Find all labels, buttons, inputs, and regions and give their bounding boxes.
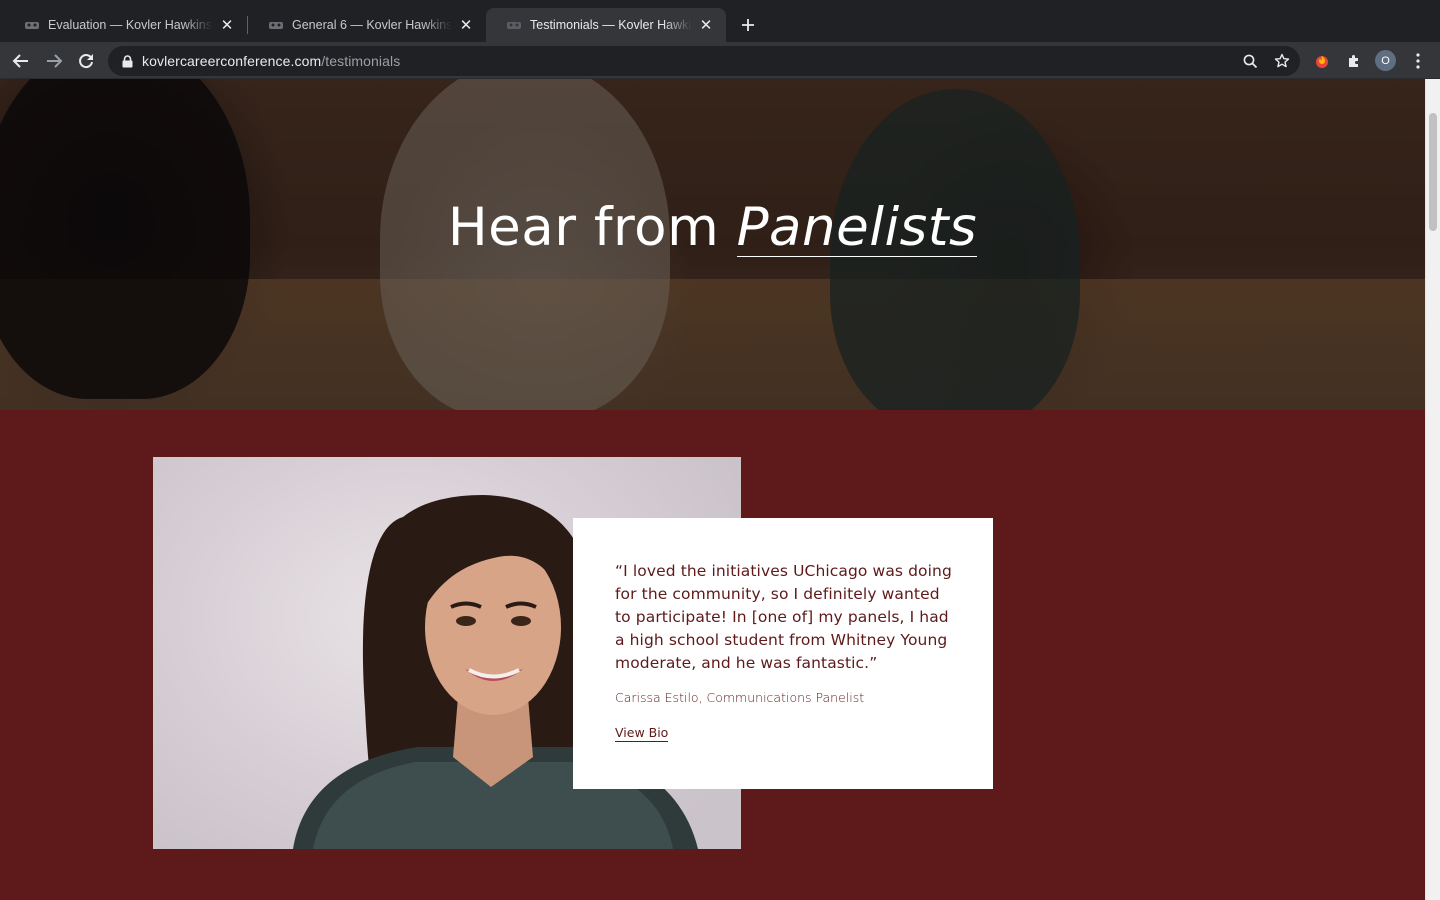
close-tab-icon[interactable]: ✕: [219, 17, 235, 33]
site-favicon-icon: [268, 17, 284, 33]
scrollbar-thumb[interactable]: [1429, 113, 1437, 231]
site-favicon-icon: [506, 17, 522, 33]
new-tab-plus-icon[interactable]: [736, 13, 760, 37]
tab-title: Evaluation — Kovler Hawkins Career Confe…: [48, 18, 213, 32]
page-title-prefix: Hear from: [447, 197, 737, 258]
bookmark-star-icon[interactable]: [1274, 53, 1290, 69]
browser-tab-testimonials[interactable]: Testimonials — Kovler Hawkins Career Con…: [486, 8, 726, 42]
page-viewport: Hear from Panelists “I loved the initiat…: [0, 79, 1425, 900]
testimonial-attribution: Carissa Estilo, Communications Panelist: [615, 690, 865, 705]
address-bar[interactable]: kovlercareerconference.com/testimonials: [108, 46, 1300, 76]
url-text: kovlercareerconference.com/testimonials: [142, 53, 400, 69]
browser-tab-strip: Evaluation — Kovler Hawkins Career Confe…: [0, 0, 1440, 42]
browser-toolbar: kovlercareerconference.com/testimonials …: [0, 42, 1440, 79]
testimonial-card: “I loved the initiatives UChicago was do…: [573, 518, 993, 789]
testimonial-quote: “I loved the initiatives UChicago was do…: [615, 562, 952, 672]
page-title-emphasis: Panelists: [736, 197, 978, 258]
extensions-puzzle-icon[interactable]: [1344, 51, 1364, 71]
url-host: kovlercareerconference.com: [142, 53, 322, 69]
back-arrow-icon[interactable]: [8, 48, 34, 74]
browser-tab-evaluation[interactable]: Evaluation — Kovler Hawkins Career Confe…: [4, 8, 247, 42]
tab-title: Testimonials — Kovler Hawkins Career Con…: [530, 18, 692, 32]
close-tab-icon[interactable]: ✕: [458, 17, 474, 33]
page-scrollbar[interactable]: [1425, 79, 1440, 900]
browser-tab-general-6[interactable]: General 6 — Kovler Hawkins Career Confer…: [248, 8, 486, 42]
site-favicon-icon: [24, 17, 40, 33]
view-bio-link[interactable]: View Bio: [615, 725, 669, 742]
reload-icon[interactable]: [73, 48, 99, 74]
hero-banner: Hear from Panelists: [0, 79, 1425, 410]
lock-icon: [120, 54, 134, 68]
browser-menu-dots-icon[interactable]: [1408, 50, 1428, 72]
profile-avatar[interactable]: O: [1375, 50, 1396, 71]
close-tab-icon[interactable]: ✕: [698, 17, 714, 33]
zoom-magnifier-icon[interactable]: [1242, 53, 1258, 69]
url-path: /testimonials: [321, 53, 401, 69]
extension-fire-icon[interactable]: [1312, 51, 1332, 71]
forward-arrow-icon[interactable]: [41, 48, 67, 74]
tab-title: General 6 — Kovler Hawkins Career Confer…: [292, 18, 452, 32]
page-title: Hear from Panelists: [0, 197, 1425, 258]
